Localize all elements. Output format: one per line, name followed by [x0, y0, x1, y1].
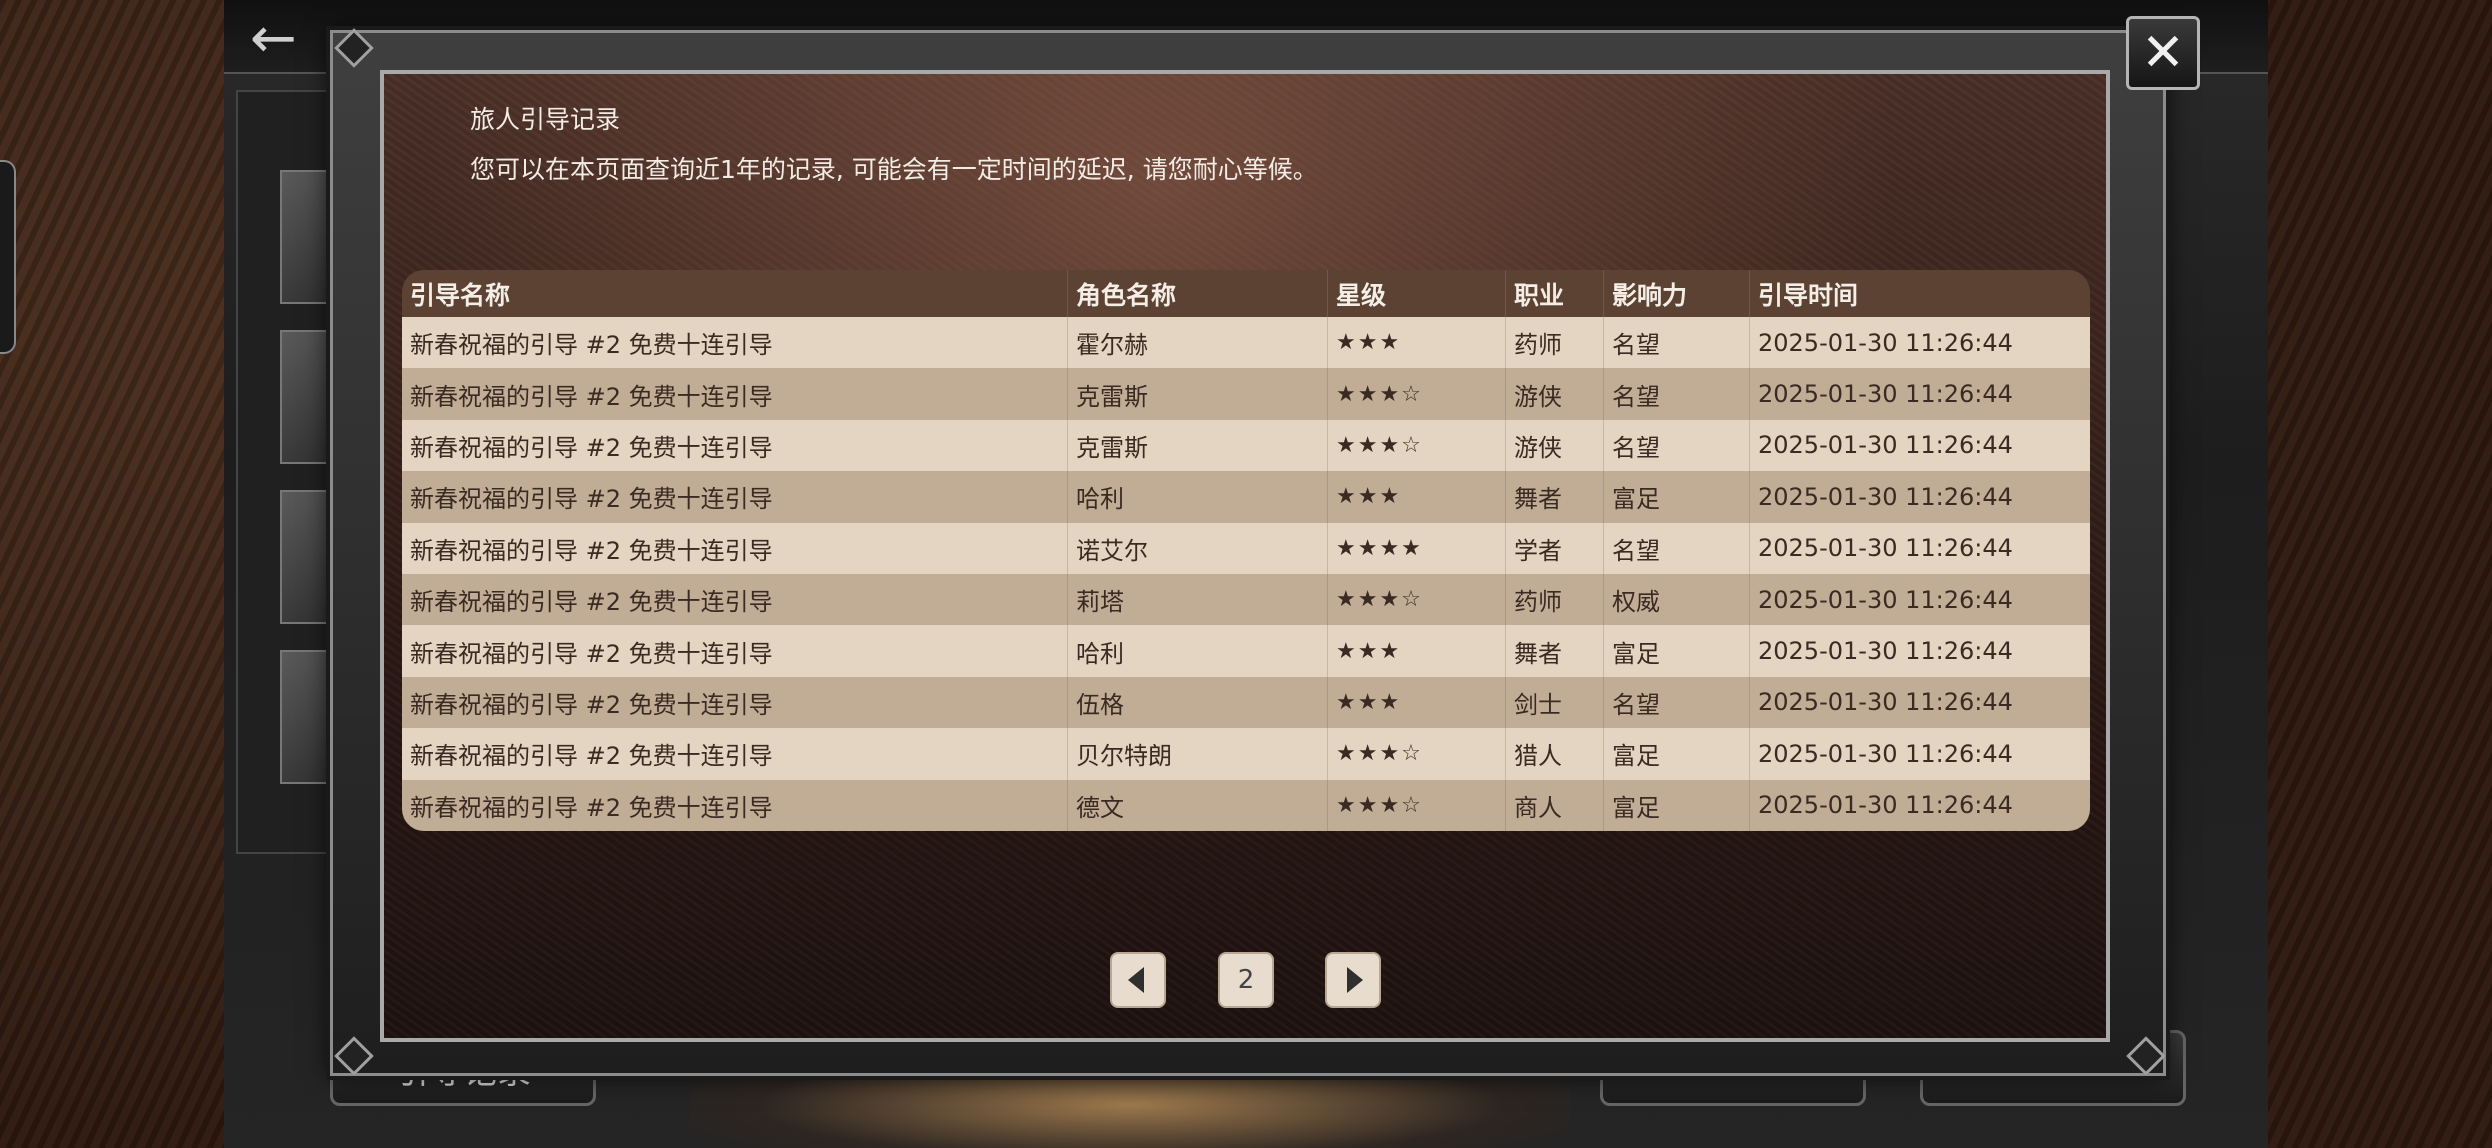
cell-stars: ★★★☆	[1328, 779, 1506, 831]
next-page-button[interactable]	[1325, 952, 1381, 1008]
cell-stars: ★★★★	[1328, 522, 1506, 574]
side-drawer-handle[interactable]	[0, 160, 16, 354]
table-body: 新春祝福的引导 #2 免费十连引导 霍尔赫 ★★★ 药师 名望 2025-01-30 11…	[402, 317, 2090, 831]
cell-guide-name: 新春祝福的引导 #2 免费十连引导	[402, 471, 1068, 523]
cell-time: 2025-01-30 11:26:44	[1758, 791, 2013, 820]
cell-job: 舞者	[1506, 625, 1604, 677]
cell-time: 2025-01-30 11:26:44	[1758, 637, 2013, 666]
current-page-number: 2	[1237, 965, 1255, 995]
cell-character: 克雷斯	[1068, 368, 1328, 420]
cell-job: 商人	[1506, 779, 1604, 831]
cell-influence: 富足	[1604, 471, 1750, 523]
table-row: 新春祝福的引导 #2 免费十连引导 德文 ★★★☆ 商人 富足 2025-01-30 11…	[402, 779, 2090, 831]
cell-stars: ★★★☆	[1328, 573, 1506, 626]
cell-stars: ★★★	[1328, 676, 1506, 729]
cell-influence: 名望	[1604, 676, 1750, 729]
prev-page-button[interactable]	[1110, 952, 1166, 1008]
cell-influence: 名望	[1604, 522, 1750, 574]
cell-stars: ★★★☆	[1328, 419, 1506, 472]
cell-guide-name: 新春祝福的引导 #2 免费十连引导	[402, 317, 1068, 369]
cell-job: 药师	[1506, 317, 1604, 369]
table-row: 新春祝福的引导 #2 免费十连引导 哈利 ★★★ 舞者 富足 2025-01-30 11:…	[402, 625, 2090, 677]
cell-time: 2025-01-30 11:26:44	[1758, 482, 2013, 511]
cell-stars: ★★★☆	[1328, 728, 1506, 780]
table-row: 新春祝福的引导 #2 免费十连引导 克雷斯 ★★★☆ 游侠 名望 2025-01-30 1…	[402, 419, 2090, 472]
cell-character: 德文	[1068, 779, 1328, 831]
column-header-guide-name: 引导名称	[402, 270, 1068, 317]
cell-character: 诺艾尔	[1068, 522, 1328, 574]
cell-job: 剑士	[1506, 676, 1604, 729]
cell-time: 2025-01-30 11:26:44	[1758, 431, 2013, 460]
cell-character: 伍格	[1068, 676, 1328, 729]
table-row: 新春祝福的引导 #2 免费十连引导 莉塔 ★★★☆ 药师 权威 2025-01-30 11…	[402, 573, 2090, 626]
cell-character: 霍尔赫	[1068, 317, 1328, 369]
arrow-left-icon[interactable]: ←	[250, 6, 297, 71]
column-header-influence: 影响力	[1604, 270, 1750, 317]
cell-job: 药师	[1506, 573, 1604, 626]
cell-stars: ★★★	[1328, 471, 1506, 523]
cell-guide-name: 新春祝福的引导 #2 免费十连引导	[402, 419, 1068, 472]
cell-job: 学者	[1506, 522, 1604, 574]
cell-character: 贝尔特朗	[1068, 728, 1328, 780]
column-header-job: 职业	[1506, 270, 1604, 317]
column-header-character: 角色名称	[1068, 270, 1328, 317]
table-header: 引导名称 角色名称 星级 职业 影响力 引导时间	[402, 270, 2090, 317]
cell-character: 莉塔	[1068, 573, 1328, 626]
cell-stars: ★★★☆	[1328, 368, 1506, 420]
cell-influence: 名望	[1604, 419, 1750, 472]
triangle-right-icon	[1347, 967, 1363, 993]
cell-guide-name: 新春祝福的引导 #2 免费十连引导	[402, 676, 1068, 729]
cell-time: 2025-01-30 11:26:44	[1758, 380, 2013, 409]
table-row: 新春祝福的引导 #2 免费十连引导 克雷斯 ★★★☆ 游侠 名望 2025-01-30 1…	[402, 368, 2090, 420]
cell-stars: ★★★	[1328, 625, 1506, 677]
table-row: 新春祝福的引导 #2 免费十连引导 霍尔赫 ★★★ 药师 名望 2025-01-30 11…	[402, 317, 2090, 369]
cell-influence: 富足	[1604, 728, 1750, 780]
modal-subtitle: 您可以在本页面查询近1年的记录, 可能会有一定时间的延迟, 请您耐心等候。	[470, 155, 1318, 184]
table-row: 新春祝福的引导 #2 免费十连引导 哈利 ★★★ 舞者 富足 2025-01-30 11:…	[402, 471, 2090, 523]
cell-stars: ★★★	[1328, 317, 1506, 369]
cell-character: 克雷斯	[1068, 419, 1328, 472]
cell-guide-name: 新春祝福的引导 #2 免费十连引导	[402, 779, 1068, 831]
cell-job: 舞者	[1506, 471, 1604, 523]
column-header-stars: 星级	[1328, 270, 1506, 317]
cell-guide-name: 新春祝福的引导 #2 免费十连引导	[402, 368, 1068, 420]
cell-time: 2025-01-30 11:26:44	[1758, 585, 2013, 614]
table-row: 新春祝福的引导 #2 免费十连引导 诺艾尔 ★★★★ 学者 名望 2025-01-30 1…	[402, 522, 2090, 574]
cell-influence: 富足	[1604, 779, 1750, 831]
page-number-box: 2	[1218, 952, 1274, 1008]
cell-influence: 名望	[1604, 368, 1750, 420]
cell-time: 2025-01-30 11:26:44	[1758, 328, 2013, 357]
triangle-left-icon	[1128, 967, 1144, 993]
cell-job: 猎人	[1506, 728, 1604, 780]
cell-guide-name: 新春祝福的引导 #2 免费十连引导	[402, 625, 1068, 677]
cell-influence: 富足	[1604, 625, 1750, 677]
table-row: 新春祝福的引导 #2 免费十连引导 贝尔特朗 ★★★☆ 猎人 富足 2025-01-30 …	[402, 728, 2090, 780]
cell-character: 哈利	[1068, 625, 1328, 677]
column-header-time: 引导时间	[1758, 280, 1859, 310]
modal-title: 旅人引导记录	[470, 105, 621, 134]
close-button[interactable]: ✕	[2126, 16, 2200, 90]
cell-time: 2025-01-30 11:26:44	[1758, 688, 2013, 717]
cell-guide-name: 新春祝福的引导 #2 免费十连引导	[402, 573, 1068, 626]
cell-time: 2025-01-30 11:26:44	[1758, 534, 2013, 563]
cell-guide-name: 新春祝福的引导 #2 免费十连引导	[402, 728, 1068, 780]
cell-time: 2025-01-30 11:26:44	[1758, 739, 2013, 768]
cell-character: 哈利	[1068, 471, 1328, 523]
cell-job: 游侠	[1506, 368, 1604, 420]
cell-job: 游侠	[1506, 419, 1604, 472]
cell-influence: 权威	[1604, 573, 1750, 626]
cell-guide-name: 新春祝福的引导 #2 免费十连引导	[402, 522, 1068, 574]
guide-record-table: 引导名称 角色名称 星级 职业 影响力 引导时间 新春祝福的引导 #2 免费十连…	[402, 270, 2090, 831]
close-icon: ✕	[2141, 23, 2185, 83]
cell-influence: 名望	[1604, 317, 1750, 369]
table-row: 新春祝福的引导 #2 免费十连引导 伍格 ★★★ 剑士 名望 2025-01-30 11:…	[402, 676, 2090, 729]
